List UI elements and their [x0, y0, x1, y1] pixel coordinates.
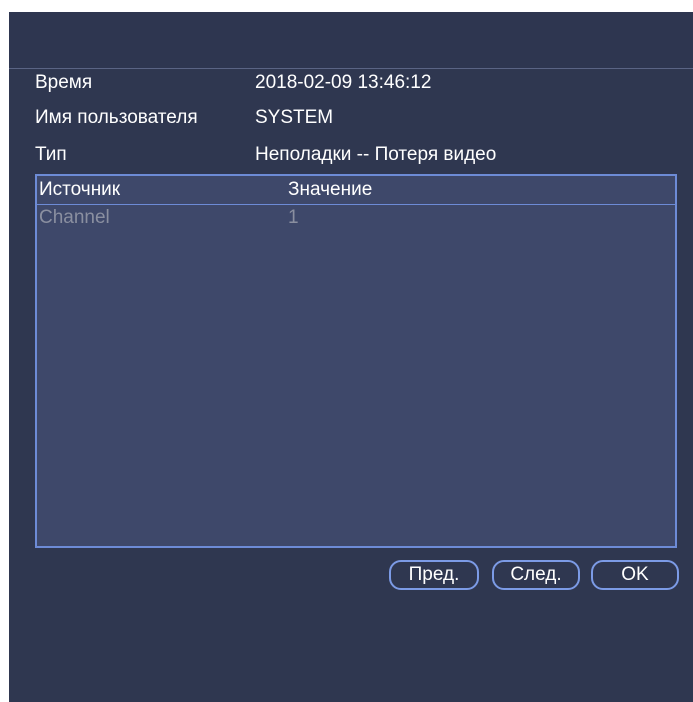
event-detail-dialog: Время 2018-02-09 13:46:12 Имя пользовате… [9, 12, 693, 702]
row-source-cell: Channel [39, 207, 110, 228]
user-label: Имя пользователя [35, 107, 198, 128]
type-label: Тип [35, 144, 67, 165]
column-header-source[interactable]: Источник [39, 178, 120, 202]
column-header-value[interactable]: Значение [288, 178, 372, 202]
row-value-cell: 1 [288, 207, 299, 228]
time-label: Время [35, 72, 93, 93]
ok-button[interactable]: OK [591, 560, 679, 590]
next-button[interactable]: След. [492, 560, 580, 590]
dialog-title-bar[interactable] [9, 12, 693, 69]
time-value: 2018-02-09 13:46:12 [255, 72, 432, 93]
table-row[interactable]: Channel 1 [37, 206, 675, 230]
previous-button[interactable]: Пред. [389, 560, 479, 590]
table-header: Источник Значение [37, 176, 675, 205]
user-value: SYSTEM [255, 107, 334, 128]
type-value: Неполадки -- Потеря видео [255, 144, 497, 165]
event-details-table[interactable]: Источник Значение Channel 1 [35, 174, 677, 548]
